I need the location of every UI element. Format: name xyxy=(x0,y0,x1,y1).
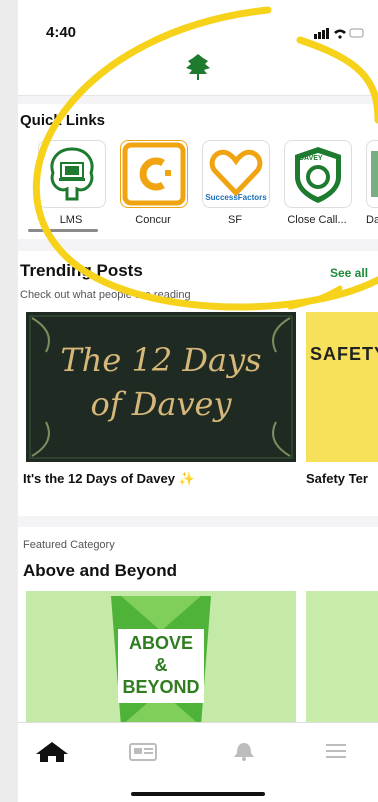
post-card-12-days[interactable]: The 12 Days of Davey xyxy=(26,312,296,462)
quick-link-davey-partial[interactable] xyxy=(366,140,378,208)
post-image-line: The 12 Days xyxy=(60,341,262,379)
home-indicator xyxy=(131,792,265,796)
davey-close-call-icon xyxy=(295,147,341,203)
quick-link-close-call[interactable]: DAVEY xyxy=(284,140,352,208)
menu-icon[interactable] xyxy=(316,740,356,762)
post-caption[interactable]: It's the 12 Days of Davey ✨ xyxy=(23,471,195,487)
banner-line: BEYOND xyxy=(122,677,200,697)
quick-link-sf[interactable]: SuccessFactors xyxy=(202,140,270,208)
see-all-link[interactable]: See all xyxy=(330,266,368,280)
quick-links-scroll-indicator xyxy=(28,229,98,232)
trending-posts-subtitle: Check out what people are reading xyxy=(20,289,191,301)
davey-tree-logo-icon xyxy=(186,54,210,80)
status-icons xyxy=(314,28,364,39)
banner-line: & xyxy=(154,655,168,675)
status-bar: 4:40 xyxy=(18,0,378,50)
quick-link-concur[interactable] xyxy=(120,140,188,208)
featured-image[interactable]: ABOVE & BEYOND xyxy=(26,591,296,726)
post-card-safety[interactable]: SAFETY xyxy=(306,312,378,462)
quick-links-title: Quick Links xyxy=(20,112,106,129)
home-icon[interactable] xyxy=(32,740,72,762)
post-caption[interactable]: Safety Ter xyxy=(306,471,368,486)
sf-badge-text: SuccessFactors xyxy=(205,193,267,202)
lms-tree-icon xyxy=(50,147,94,201)
concur-icon xyxy=(122,142,186,206)
davey-badge-text: DAVEY xyxy=(299,155,323,162)
news-icon[interactable] xyxy=(122,740,162,762)
quick-link-label: Da xyxy=(366,214,378,226)
above-beyond-banner: ABOVE & BEYOND xyxy=(118,629,204,703)
featured-image-next[interactable] xyxy=(306,591,378,726)
quick-link-label: LMS xyxy=(59,214,83,226)
featured-category-label: Featured Category xyxy=(23,539,115,551)
quick-link-lms[interactable] xyxy=(38,140,106,208)
quick-link-label: Close Call... xyxy=(287,214,347,226)
bell-icon[interactable] xyxy=(224,740,264,762)
featured-category-title: Above and Beyond xyxy=(23,561,177,580)
trending-posts-title: Trending Posts xyxy=(20,261,143,280)
post-image-text: SAFETY xyxy=(310,344,378,364)
post-image-line: of Davey xyxy=(90,385,232,423)
post-image-text: The 12 Days of Davey xyxy=(26,338,296,426)
quick-link-label: Concur xyxy=(135,214,171,226)
quick-link-label: SF xyxy=(227,214,243,226)
app-screen: 4:40 Quick Links LMS Concur SuccessFacto… xyxy=(18,0,378,802)
tab-bar xyxy=(18,722,378,802)
davey-partial-icon xyxy=(371,151,378,197)
status-time: 4:40 xyxy=(46,24,77,41)
banner-line: ABOVE xyxy=(128,633,193,653)
